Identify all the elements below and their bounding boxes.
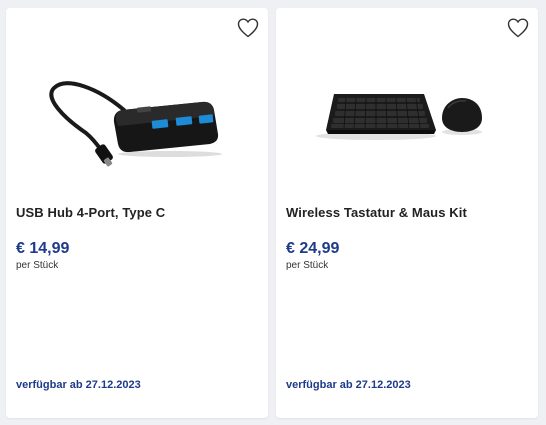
product-image-keyboard-mouse[interactable] (276, 48, 538, 178)
heart-icon[interactable] (236, 16, 260, 40)
product-card-keyboard-mouse[interactable]: Wireless Tastatur & Maus Kit € 24,99 per… (276, 8, 538, 418)
product-title[interactable]: Wireless Tastatur & Maus Kit (286, 205, 526, 220)
availability-date: verfügbar ab 27.12.2023 (16, 379, 141, 391)
availability-date: verfügbar ab 27.12.2023 (286, 379, 411, 391)
heart-icon[interactable] (506, 16, 530, 40)
product-image-usb-hub[interactable] (6, 48, 268, 178)
product-price: € 24,99 (286, 240, 340, 257)
price-unit: per Stück (16, 260, 59, 271)
price-unit: per Stück (286, 260, 329, 271)
product-card-usb-hub[interactable]: USB Hub 4-Port, Type C € 14,99 per Stück… (6, 8, 268, 418)
product-price: € 14,99 (16, 240, 70, 257)
product-grid: USB Hub 4-Port, Type C € 14,99 per Stück… (0, 0, 546, 425)
product-title[interactable]: USB Hub 4-Port, Type C (16, 205, 256, 220)
